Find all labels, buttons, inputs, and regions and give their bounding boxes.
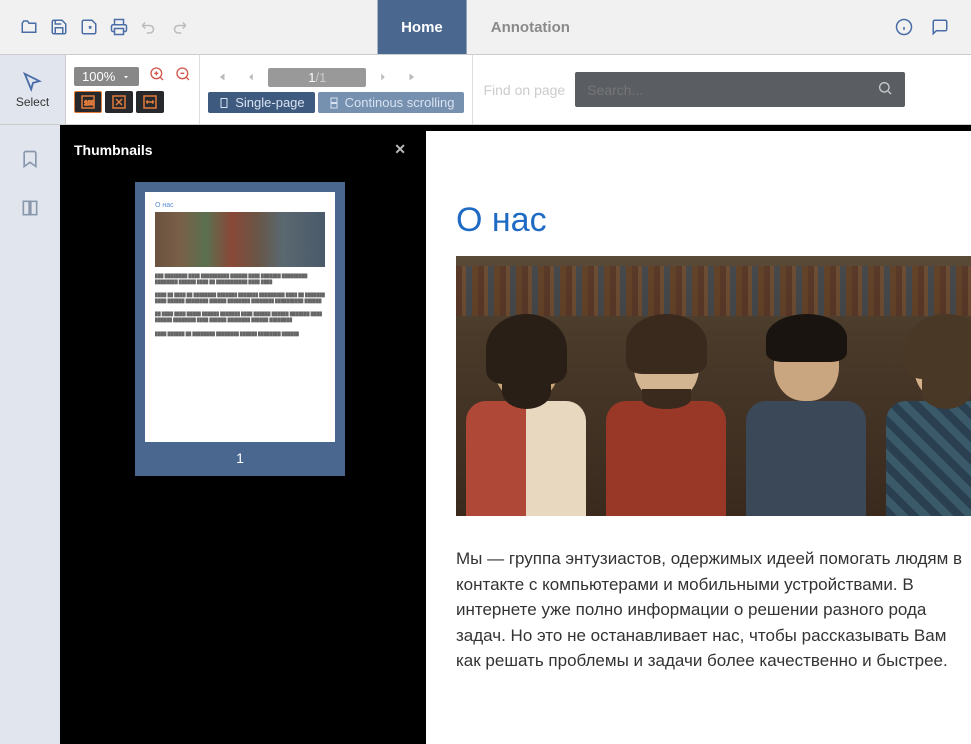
save-icon[interactable] [48,16,70,38]
feedback-icon[interactable] [929,16,951,38]
open-folder-icon[interactable] [18,16,40,38]
prev-page-button[interactable] [238,66,264,88]
search-icon[interactable] [877,80,893,99]
thumbnails-panel: Thumbnails ✕ О нас ███ ████████ ████ ███… [60,125,420,744]
bookmark-icon[interactable] [20,149,40,174]
thumbnail-image [155,212,325,267]
thumbnails-icon[interactable] [20,198,40,223]
single-page-button[interactable]: Single-page [208,92,314,113]
select-tool[interactable]: Select [0,55,66,124]
zoom-dropdown[interactable]: 100% [74,67,139,86]
print-icon[interactable] [108,16,130,38]
save-as-icon[interactable] [78,16,100,38]
continuous-scroll-button[interactable]: Continous scrolling [318,92,465,113]
last-page-button[interactable] [400,66,426,88]
select-label: Select [16,95,49,109]
thumbnail-number: 1 [145,450,335,466]
search-box[interactable] [575,72,905,107]
first-page-button[interactable] [208,66,234,88]
info-icon[interactable] [893,16,915,38]
fit-actual-button[interactable]: 100 [74,91,102,113]
find-label: Find on page [483,82,565,98]
page-indicator[interactable]: 1/1 [268,68,366,87]
thumbnails-title: Thumbnails [74,142,153,158]
document-view[interactable]: О нас Мы — группа энтузиастов, одержимых… [420,125,971,744]
zoom-out-icon[interactable] [175,66,191,87]
tab-home[interactable]: Home [377,0,467,54]
redo-icon[interactable] [168,16,190,38]
document-image [456,256,971,516]
next-page-button[interactable] [370,66,396,88]
thumbnail-page-1[interactable]: О нас ███ ████████ ████ ██████████ █████… [135,182,345,476]
fit-width-button[interactable] [136,91,164,113]
close-icon[interactable]: ✕ [394,141,406,158]
tab-annotation[interactable]: Annotation [467,0,594,54]
undo-icon[interactable] [138,16,160,38]
page-title: О нас [456,201,971,240]
document-paragraph: Мы — группа энтузиастов, одержимых идеей… [456,546,971,674]
document-page: О нас Мы — группа энтузиастов, одержимых… [426,131,971,744]
zoom-in-icon[interactable] [149,66,165,87]
svg-text:100: 100 [84,101,95,107]
fit-page-button[interactable] [105,91,133,113]
search-input[interactable] [587,82,877,98]
